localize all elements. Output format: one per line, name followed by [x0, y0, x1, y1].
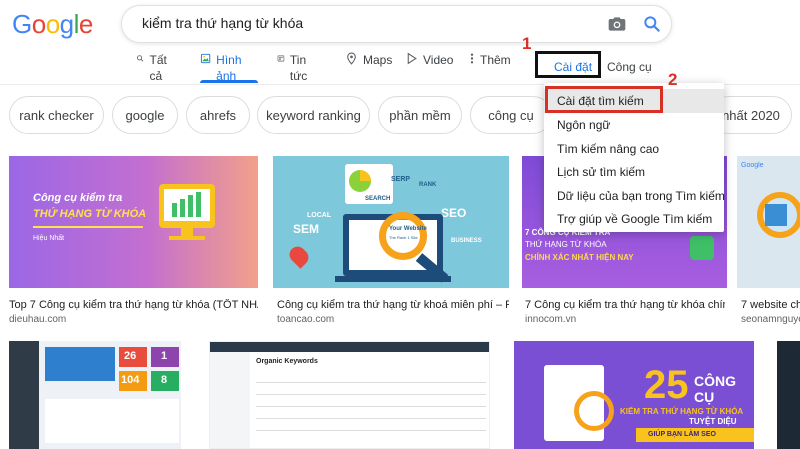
result-source: toancao.com	[277, 314, 335, 325]
image-text: SEO	[441, 206, 467, 220]
image-text: THỨ HẠNG TỪ KHÓA	[33, 208, 147, 220]
menu-item-languages[interactable]: Ngôn ngữ	[544, 113, 724, 137]
image-text: Your Website	[389, 226, 427, 232]
divider	[33, 226, 143, 228]
video-icon	[407, 52, 417, 65]
search-icon	[136, 55, 144, 62]
result-caption[interactable]: 7 website che...	[741, 299, 800, 311]
menu-item-advanced-search[interactable]: Tìm kiếm nâng cao	[544, 137, 724, 161]
annotation-step-1: 1	[522, 34, 532, 53]
menu-item-your-data[interactable]: Dữ liệu của bạn trong Tìm kiếm	[544, 184, 725, 208]
tile-value: 8	[161, 374, 168, 386]
tile-value: 26	[124, 350, 137, 362]
search-box[interactable]: kiểm tra thứ hạng từ khóa	[121, 5, 672, 43]
settings-button[interactable]: Cài đặt	[554, 60, 592, 74]
tab-label: Tin tức	[289, 53, 308, 83]
image-text: RANK	[419, 182, 437, 188]
result-caption[interactable]: Top 7 Công cụ kiểm tra thứ hạng từ khóa …	[9, 299, 258, 311]
chip-keyword-ranking[interactable]: keyword ranking	[257, 96, 370, 134]
result-source: seonamnguyen	[741, 314, 800, 325]
google-logo[interactable]: G o o g l e	[12, 9, 93, 39]
image-text: GIÚP BẠN LÀM SEO	[648, 431, 716, 438]
result-image-4[interactable]: Google	[737, 156, 800, 288]
image-text: Công cụ kiểm tra	[33, 192, 123, 204]
tile-value: 1	[161, 350, 168, 362]
chip-google[interactable]: google	[112, 96, 178, 134]
chip-rank-checker[interactable]: rank checker	[9, 96, 104, 134]
image-icon	[200, 53, 211, 64]
image-text: BUSINESS	[451, 238, 482, 244]
tab-images[interactable]: Hình ảnh	[200, 52, 258, 83]
result-image-1[interactable]: Công cụ kiểm tra THỨ HẠNG TỪ KHÓA Hiệu N…	[9, 156, 258, 288]
result-image-7[interactable]: 25 CÔNG CỤ KIỂM TRA THỨ HẠNG TỪ KHÓA TUY…	[514, 341, 754, 449]
tab-more[interactable]: Thêm	[469, 52, 511, 82]
search-input[interactable]: kiểm tra thứ hạng từ khóa	[142, 15, 303, 31]
tab-label: Hình ảnh	[216, 53, 242, 83]
image-text: CHÍNH XÁC NHẤT HIỆN NAY	[525, 253, 634, 262]
result-caption[interactable]: Công cụ kiểm tra thứ hạng từ khoá miễn p…	[277, 299, 509, 311]
tab-all[interactable]: Tất cả	[136, 52, 171, 83]
logo-letter: G	[12, 9, 32, 39]
result-image-2[interactable]: SERP SEARCH RANK SEO LOCAL SEM BUSINESS …	[273, 156, 509, 288]
tools-button[interactable]: Công cụ	[607, 60, 652, 74]
tab-news[interactable]: Tin tức	[277, 52, 312, 83]
image-text: SEM	[293, 222, 320, 236]
result-source: dieuhau.com	[9, 314, 67, 325]
image-text: Organic Keywords	[256, 358, 318, 365]
search-settings-highlight-box	[545, 86, 663, 113]
image-text: LOCAL	[307, 212, 332, 219]
image-text: 25	[644, 363, 689, 407]
map-pin-graphic	[286, 243, 312, 269]
more-vertical-icon	[470, 53, 474, 64]
tab-label: Thêm	[480, 53, 511, 67]
chip-phan-mem[interactable]: phần mềm	[378, 96, 462, 134]
menu-item-search-history[interactable]: Lịch sử tìm kiếm	[544, 160, 724, 184]
pie-chart-icon	[349, 170, 371, 192]
logo-letter: e	[78, 9, 93, 39]
image-text: Hiệu Nhất	[33, 235, 65, 242]
image-text: TUYỆT DIỆU	[689, 417, 737, 426]
search-icon[interactable]	[642, 14, 662, 34]
image-text: The Rank 1 Site	[389, 235, 418, 240]
image-text: THỨ HẠNG TỪ KHÓA	[525, 240, 607, 249]
tile-value: 104	[121, 374, 140, 386]
chip-ahrefs[interactable]: ahrefs	[186, 96, 250, 134]
tab-maps[interactable]: Maps	[345, 52, 392, 82]
image-text: KIỂM TRA THỨ HẠNG TỪ KHÓA	[620, 407, 744, 416]
logo-letter: o	[31, 9, 46, 39]
map-pin-icon	[347, 52, 356, 65]
tab-label: Maps	[363, 53, 393, 67]
tab-video[interactable]: Video	[405, 52, 453, 82]
logo-letter: g	[59, 9, 74, 39]
monitor-graphic	[159, 184, 215, 228]
image-text: SEARCH	[365, 196, 391, 202]
camera-icon[interactable]	[607, 14, 627, 34]
chip-cong-cu[interactable]: công cụ	[470, 96, 552, 134]
tab-label: Tất cả	[149, 53, 167, 83]
tab-label: Video	[423, 53, 454, 67]
result-image-8[interactable]	[777, 341, 800, 449]
news-icon	[277, 55, 285, 62]
menu-item-search-help[interactable]: Trợ giúp về Google Tìm kiếm	[544, 207, 724, 231]
image-text: Google	[741, 162, 764, 169]
result-image-6[interactable]: Organic Keywords	[209, 341, 490, 449]
image-text: CÔNG CỤ	[694, 373, 736, 405]
result-source: innocom.vn	[525, 314, 577, 325]
logo-letter: o	[45, 9, 60, 39]
image-text: SERP	[391, 176, 411, 183]
result-caption[interactable]: 7 Công cụ kiểm tra thứ hạng từ khóa chín…	[525, 299, 725, 311]
annotation-step-2: 2	[668, 70, 678, 89]
result-image-5[interactable]: 26 1 104 8	[9, 341, 181, 449]
